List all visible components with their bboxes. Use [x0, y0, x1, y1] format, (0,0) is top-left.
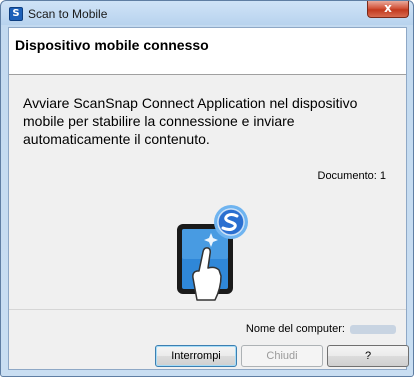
header-band: Dispositivo mobile connesso [9, 28, 406, 75]
computer-name-label: Nome del computer: [245, 323, 345, 335]
close-icon: x [384, 1, 392, 15]
document-count-value: 1 [379, 170, 386, 182]
help-button[interactable]: ? [327, 345, 409, 367]
computer-name-value-redacted [350, 324, 396, 334]
page-title: Dispositivo mobile connesso [15, 37, 209, 53]
close-button[interactable]: Chiudi [241, 345, 323, 367]
tablet-touch-scansnap-icon [159, 204, 259, 304]
instruction-message: Avviare ScanSnap Connect Application nel… [23, 95, 358, 147]
footer-divider [9, 309, 406, 310]
document-count-label: Documento: [317, 170, 377, 182]
dialog-client-area: Dispositivo mobile connesso Avviare Scan… [8, 27, 409, 370]
stop-button[interactable]: Interrompi [155, 345, 237, 367]
document-count: Documento: 1 [318, 170, 387, 183]
title-bar[interactable]: S Scan to Mobile x [1, 1, 413, 27]
dialog-window: S Scan to Mobile x Dispositivo mobile co… [0, 0, 414, 377]
computer-name-row: Nome del computer: [246, 323, 396, 336]
scansnap-app-icon: S [9, 7, 23, 21]
window-title: Scan to Mobile [28, 7, 108, 21]
close-window-button[interactable]: x [367, 1, 409, 18]
